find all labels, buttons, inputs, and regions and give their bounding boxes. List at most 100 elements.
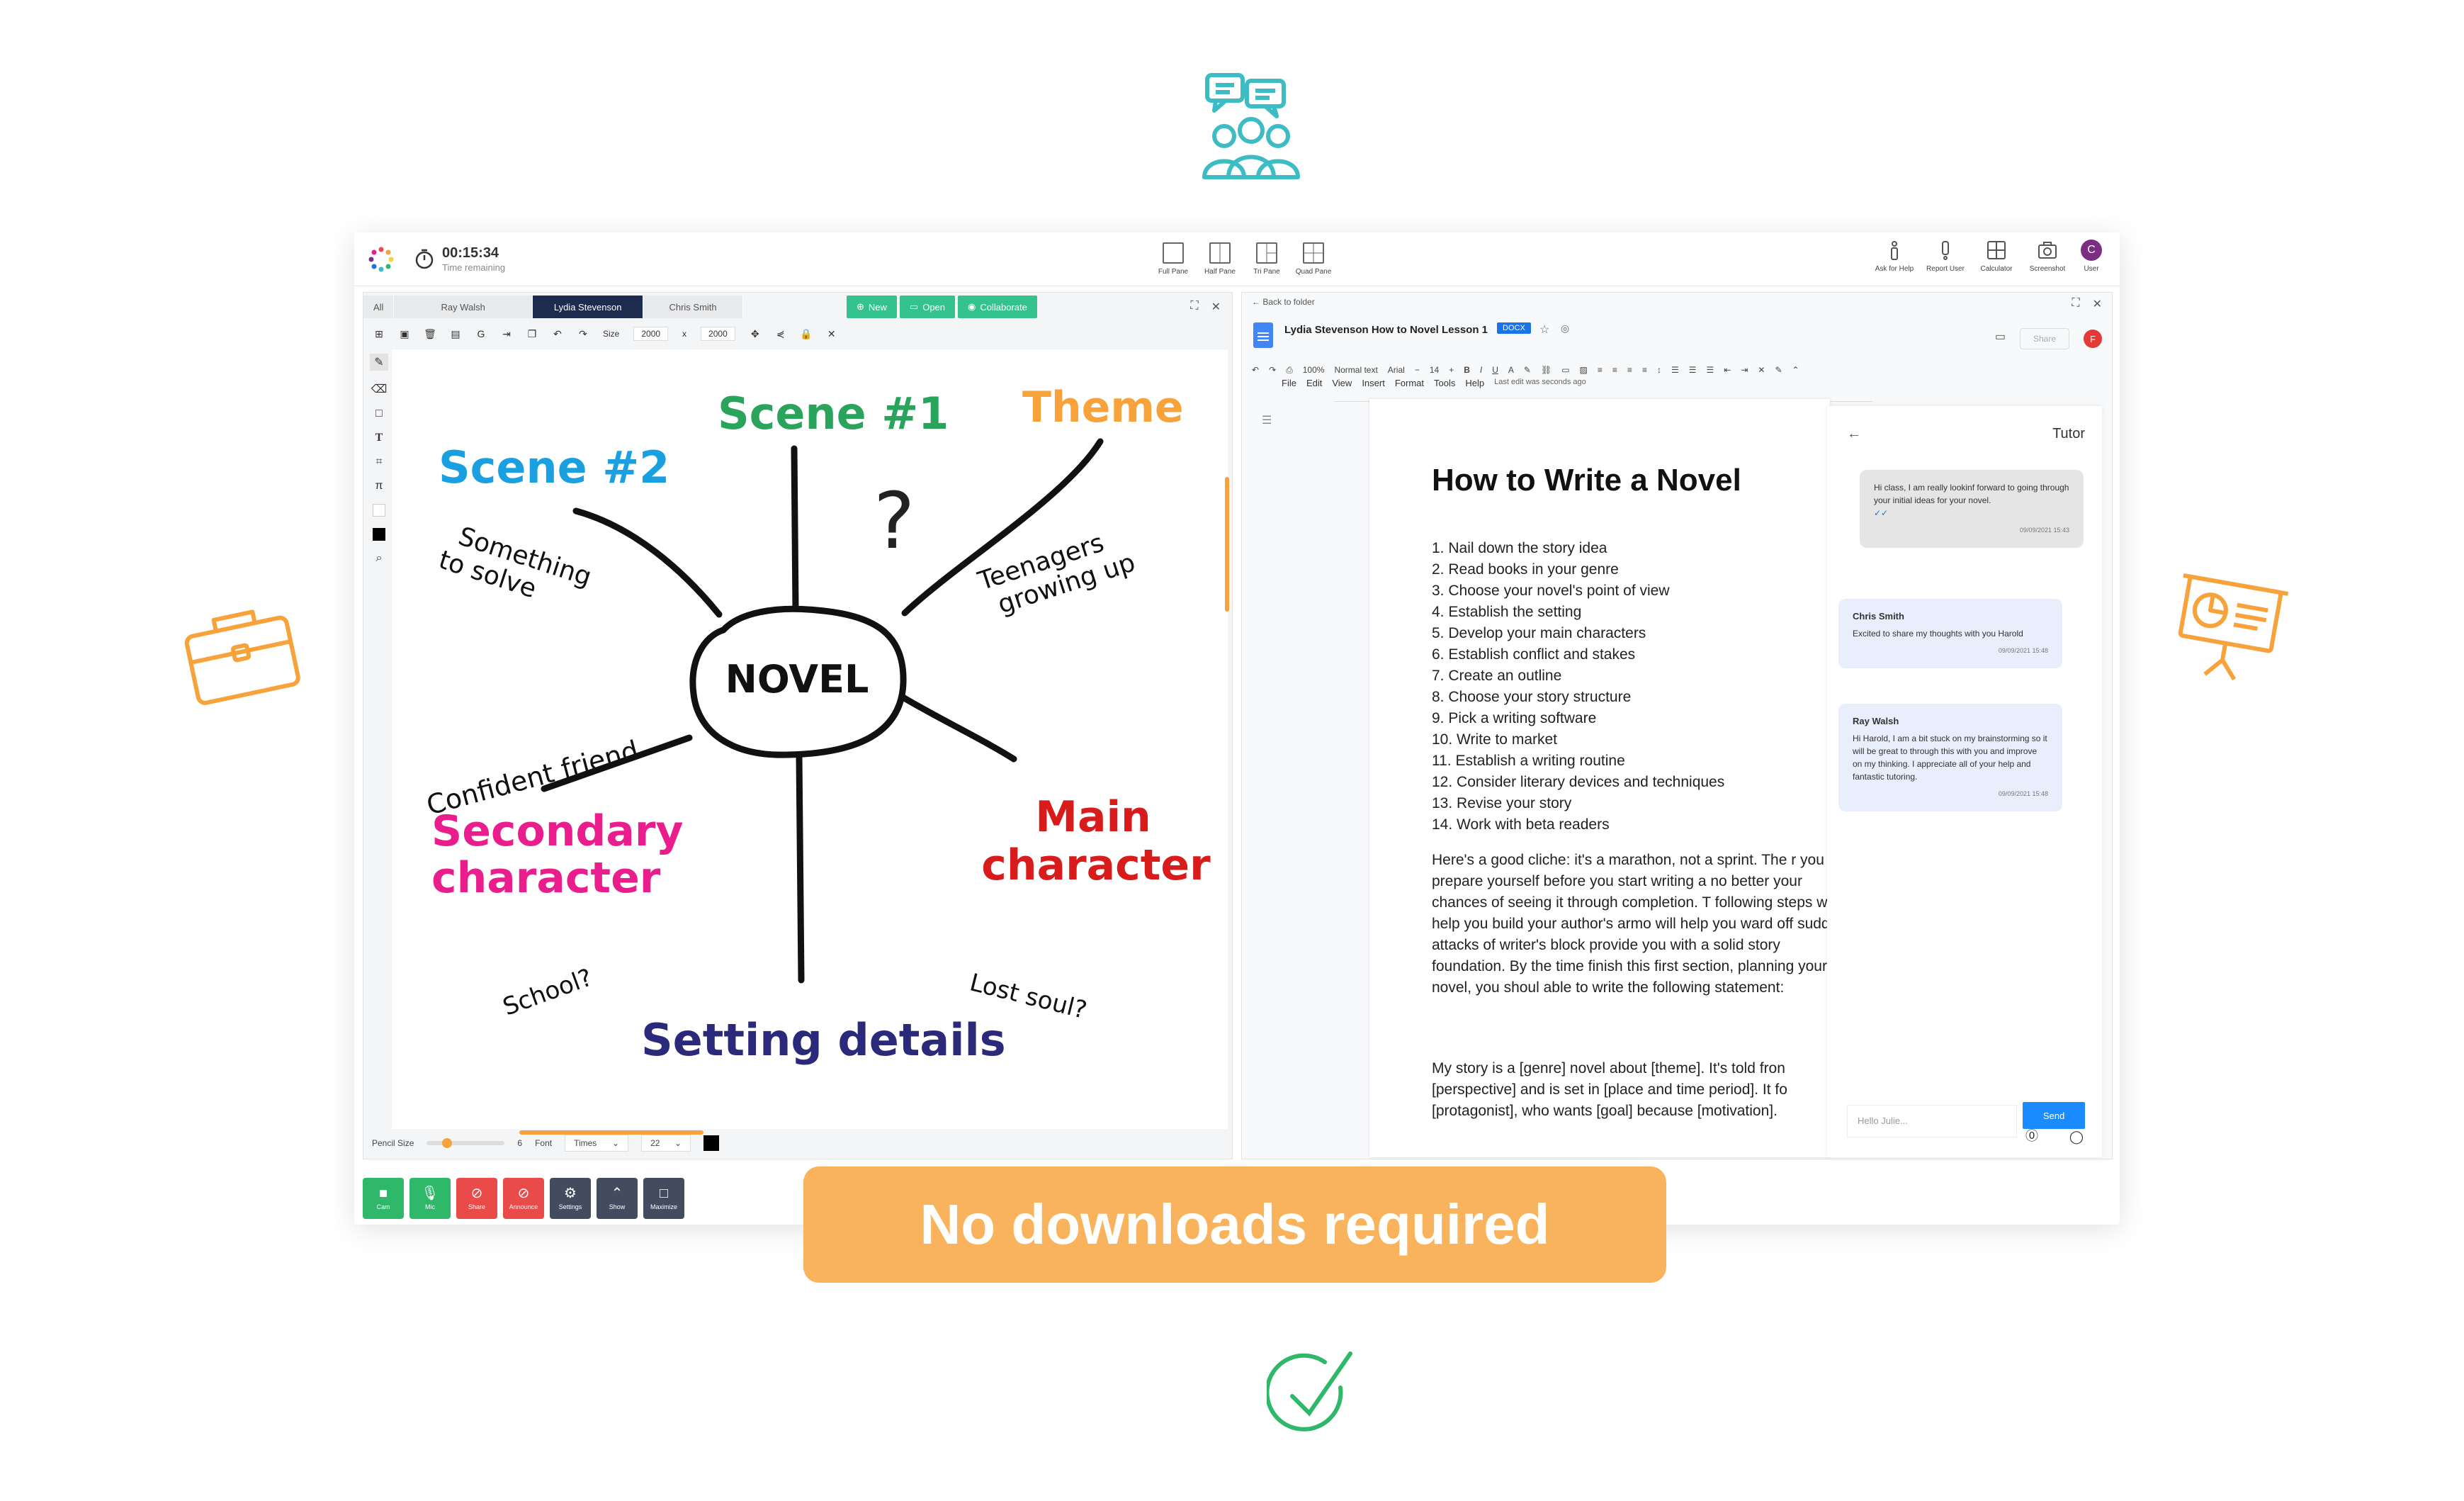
add-page-icon[interactable]: ⊞	[373, 328, 385, 339]
comment-icon[interactable]: ▭	[1995, 330, 2006, 344]
chevron-up-icon[interactable]: ⌃	[1792, 365, 1799, 375]
zoom-select[interactable]: 100%	[1303, 365, 1325, 375]
justify-icon[interactable]: ≡	[1642, 365, 1647, 375]
last-edit-label[interactable]: Last edit was seconds ago	[1494, 378, 1586, 388]
menu-insert[interactable]: Insert	[1362, 378, 1385, 388]
whiteboard-canvas[interactable]: NOVEL Scene #1 Scene #2 Theme ? Somethin…	[392, 349, 1229, 1135]
google-icon[interactable]: G	[475, 328, 487, 339]
half-pane-button[interactable]: Half Pane	[1200, 240, 1240, 279]
size-height-input[interactable]: 2000	[701, 327, 735, 341]
undo-icon[interactable]: ↶	[1252, 365, 1259, 375]
menu-help[interactable]: Help	[1465, 378, 1484, 388]
align-center-icon[interactable]: ≡	[1612, 365, 1617, 375]
user-button[interactable]: C User	[2077, 240, 2106, 273]
minus-icon[interactable]: −	[1415, 365, 1420, 375]
print-icon[interactable]: ⎙	[1286, 365, 1293, 376]
new-button[interactable]: ⊕ New	[847, 296, 897, 318]
ask-for-help-button[interactable]: Ask for Help	[1873, 240, 1916, 273]
align-left-icon[interactable]: ≡	[1598, 365, 1603, 375]
tab-chris-smith[interactable]: Chris Smith	[643, 296, 743, 318]
chat-bubble-icon[interactable]: ◯	[2069, 1130, 2084, 1145]
font-size-select[interactable]: 22 ⌄	[641, 1135, 691, 1152]
chat-input[interactable]: Hello Julie...	[1847, 1105, 2017, 1137]
back-arrow-icon[interactable]: ←	[1847, 426, 1861, 442]
image-icon[interactable]: ▤	[450, 328, 461, 339]
white-color-swatch[interactable]	[373, 504, 385, 517]
star-icon[interactable]: ☆	[1539, 322, 1549, 337]
doc-title[interactable]: Lydia Stevenson How to Novel Lesson 1	[1284, 324, 1488, 336]
zoom-icon[interactable]: ⌕	[376, 552, 383, 565]
tab-ray-walsh[interactable]: Ray Walsh	[394, 296, 533, 318]
size-width-input[interactable]: 2000	[633, 327, 669, 341]
undo-icon[interactable]: ↶	[552, 328, 563, 339]
text-color-swatch[interactable]	[703, 1135, 720, 1151]
cam-button[interactable]: ■ Cam	[363, 1178, 404, 1219]
share-button[interactable]: ⊘ Share	[456, 1178, 497, 1219]
report-user-button[interactable]: Report User	[1924, 240, 1967, 273]
menu-tools[interactable]: Tools	[1434, 378, 1455, 388]
expand-icon[interactable]: ⛶	[2072, 297, 2079, 311]
screenshot-button[interactable]: Screenshot	[2026, 240, 2069, 273]
send-button[interactable]: Send	[2023, 1102, 2085, 1129]
delete-icon[interactable]: 🗑	[424, 328, 436, 339]
full-pane-button[interactable]: Full Pane	[1153, 240, 1193, 279]
export-icon[interactable]: ⇥	[501, 328, 512, 339]
eraser-icon[interactable]: ⌫	[371, 382, 388, 396]
rectangle-icon[interactable]: □	[375, 407, 383, 420]
align-right-icon[interactable]: ≡	[1627, 365, 1632, 375]
font-size-input[interactable]: 14	[1430, 365, 1439, 375]
close-icon[interactable]: ✕	[2093, 297, 2102, 311]
indent-icon[interactable]: ⇤	[1724, 365, 1731, 375]
quad-pane-button[interactable]: Quad Pane	[1294, 240, 1333, 279]
plus-icon[interactable]: +	[1449, 365, 1454, 375]
pi-icon[interactable]: π	[375, 480, 383, 493]
lock-icon[interactable]: 🔒	[800, 328, 812, 339]
collaborate-button[interactable]: ◉ Collaborate	[958, 296, 1037, 318]
line-spacing-icon[interactable]: ↕	[1657, 365, 1661, 375]
copy-icon[interactable]: ❐	[526, 328, 538, 339]
menu-format[interactable]: Format	[1395, 378, 1424, 388]
open-button[interactable]: ▭ Open	[899, 296, 956, 318]
tab-lydia-stevenson[interactable]: Lydia Stevenson	[532, 296, 644, 318]
settings-button[interactable]: ⚙ Settings	[550, 1178, 591, 1219]
menu-edit[interactable]: Edit	[1306, 378, 1322, 388]
maximize-button[interactable]: □ Maximize	[643, 1178, 684, 1219]
close-icon[interactable]: ✕	[826, 328, 837, 339]
image-icon[interactable]: ▨	[1580, 365, 1588, 375]
back-to-folder-link[interactable]: ← Back to folder	[1252, 297, 1315, 307]
share-icon[interactable]: ⋞	[775, 328, 786, 339]
menu-view[interactable]: View	[1332, 378, 1352, 388]
font-select[interactable]: Times ⌄	[565, 1135, 629, 1152]
calculator-button[interactable]: Calculator	[1975, 240, 2018, 273]
clear-format-icon[interactable]: ✕	[1758, 365, 1765, 375]
pencil-icon[interactable]: ✎	[370, 354, 388, 371]
share-doc-button[interactable]: Share	[2020, 328, 2069, 349]
text-color-icon[interactable]: A	[1508, 365, 1514, 375]
pen-icon[interactable]: ✎	[1775, 365, 1782, 375]
comment-add-icon[interactable]: ▭	[1561, 365, 1569, 375]
tab-all[interactable]: All	[363, 296, 395, 318]
mic-button[interactable]: 🎙 Mic	[409, 1178, 451, 1219]
style-select[interactable]: Normal text	[1334, 365, 1377, 375]
tri-pane-button[interactable]: Tri Pane	[1247, 240, 1287, 279]
slider-knob[interactable]	[442, 1138, 453, 1148]
redo-icon[interactable]: ↷	[577, 328, 589, 339]
save-icon[interactable]: ▣	[399, 328, 410, 339]
highlight-icon[interactable]: ✎	[1524, 365, 1531, 375]
bold-icon[interactable]: B	[1464, 365, 1470, 375]
underline-icon[interactable]: U	[1492, 365, 1498, 375]
outdent-icon[interactable]: ⇥	[1741, 365, 1748, 375]
black-color-swatch[interactable]	[373, 528, 385, 541]
checklist-icon[interactable]: ☰	[1671, 365, 1679, 375]
vertical-scrollbar[interactable]	[1225, 477, 1229, 612]
pencil-size-slider[interactable]	[426, 1138, 505, 1148]
menu-file[interactable]: File	[1282, 378, 1296, 388]
help-icon[interactable]: ⓪	[2025, 1126, 2038, 1145]
eye-icon[interactable]: ◎	[1561, 322, 1569, 335]
crop-icon[interactable]: ⌗	[375, 456, 382, 468]
text-icon[interactable]: T	[375, 432, 383, 444]
close-icon[interactable]: ✕	[1211, 300, 1221, 314]
bullet-list-icon[interactable]: ☰	[1689, 365, 1697, 375]
expand-icon[interactable]: ⛶	[1190, 300, 1198, 314]
font-select[interactable]: Arial	[1388, 365, 1405, 375]
